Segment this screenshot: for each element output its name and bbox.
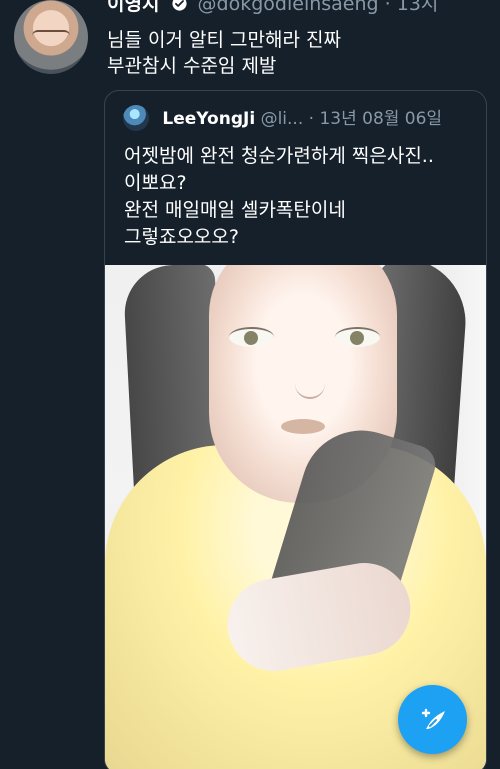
quoted-tweet-card[interactable]: LeeYongJi @li... · 13년 08월 06일 어젯밤에 완전 청…: [104, 90, 487, 769]
quoted-tweet-header: LeeYongJi @li... · 13년 08월 06일: [123, 105, 483, 133]
photo-left-eye: [229, 327, 274, 347]
tweet-time[interactable]: 13시: [397, 0, 439, 15]
author-display-name[interactable]: 이영지: [107, 0, 159, 15]
author-avatar[interactable]: [14, 0, 88, 74]
tweet-header: 이영지 @dokgodieinsaeng · 13시: [107, 0, 438, 16]
tweet-text: 님들 이거 알티 그만해라 진짜 부관참시 수준임 제발: [107, 29, 341, 77]
compose-tweet-icon: [421, 708, 445, 729]
tweet[interactable]: 이영지 @dokgodieinsaeng · 13시 님들 이거 알티 그만해라…: [0, 0, 500, 769]
quoted-tweet-text: 어젯밤에 완전 청순가련하게 찍은사진.. 이뽀요? 완전 매일매일 셀카폭탄이…: [124, 145, 434, 248]
photo-mouth: [281, 419, 325, 434]
quoted-tweet-date[interactable]: 13년 08월 06일: [319, 109, 442, 129]
quoted-author-handle[interactable]: @li...: [261, 109, 304, 129]
quoted-author-display-name[interactable]: LeeYongJi: [162, 109, 255, 129]
compose-tweet-button[interactable]: [398, 685, 467, 754]
verified-badge-icon: [171, 0, 187, 11]
photo-right-eye: [335, 327, 380, 347]
author-handle[interactable]: @dokgodieinsaeng: [198, 0, 379, 15]
photo-nose: [295, 339, 325, 399]
quoted-author-avatar[interactable]: [123, 105, 149, 131]
avatar-glasses: [32, 30, 70, 42]
header-separator: ·: [384, 0, 391, 15]
quoted-header-separator: ·: [308, 109, 315, 129]
